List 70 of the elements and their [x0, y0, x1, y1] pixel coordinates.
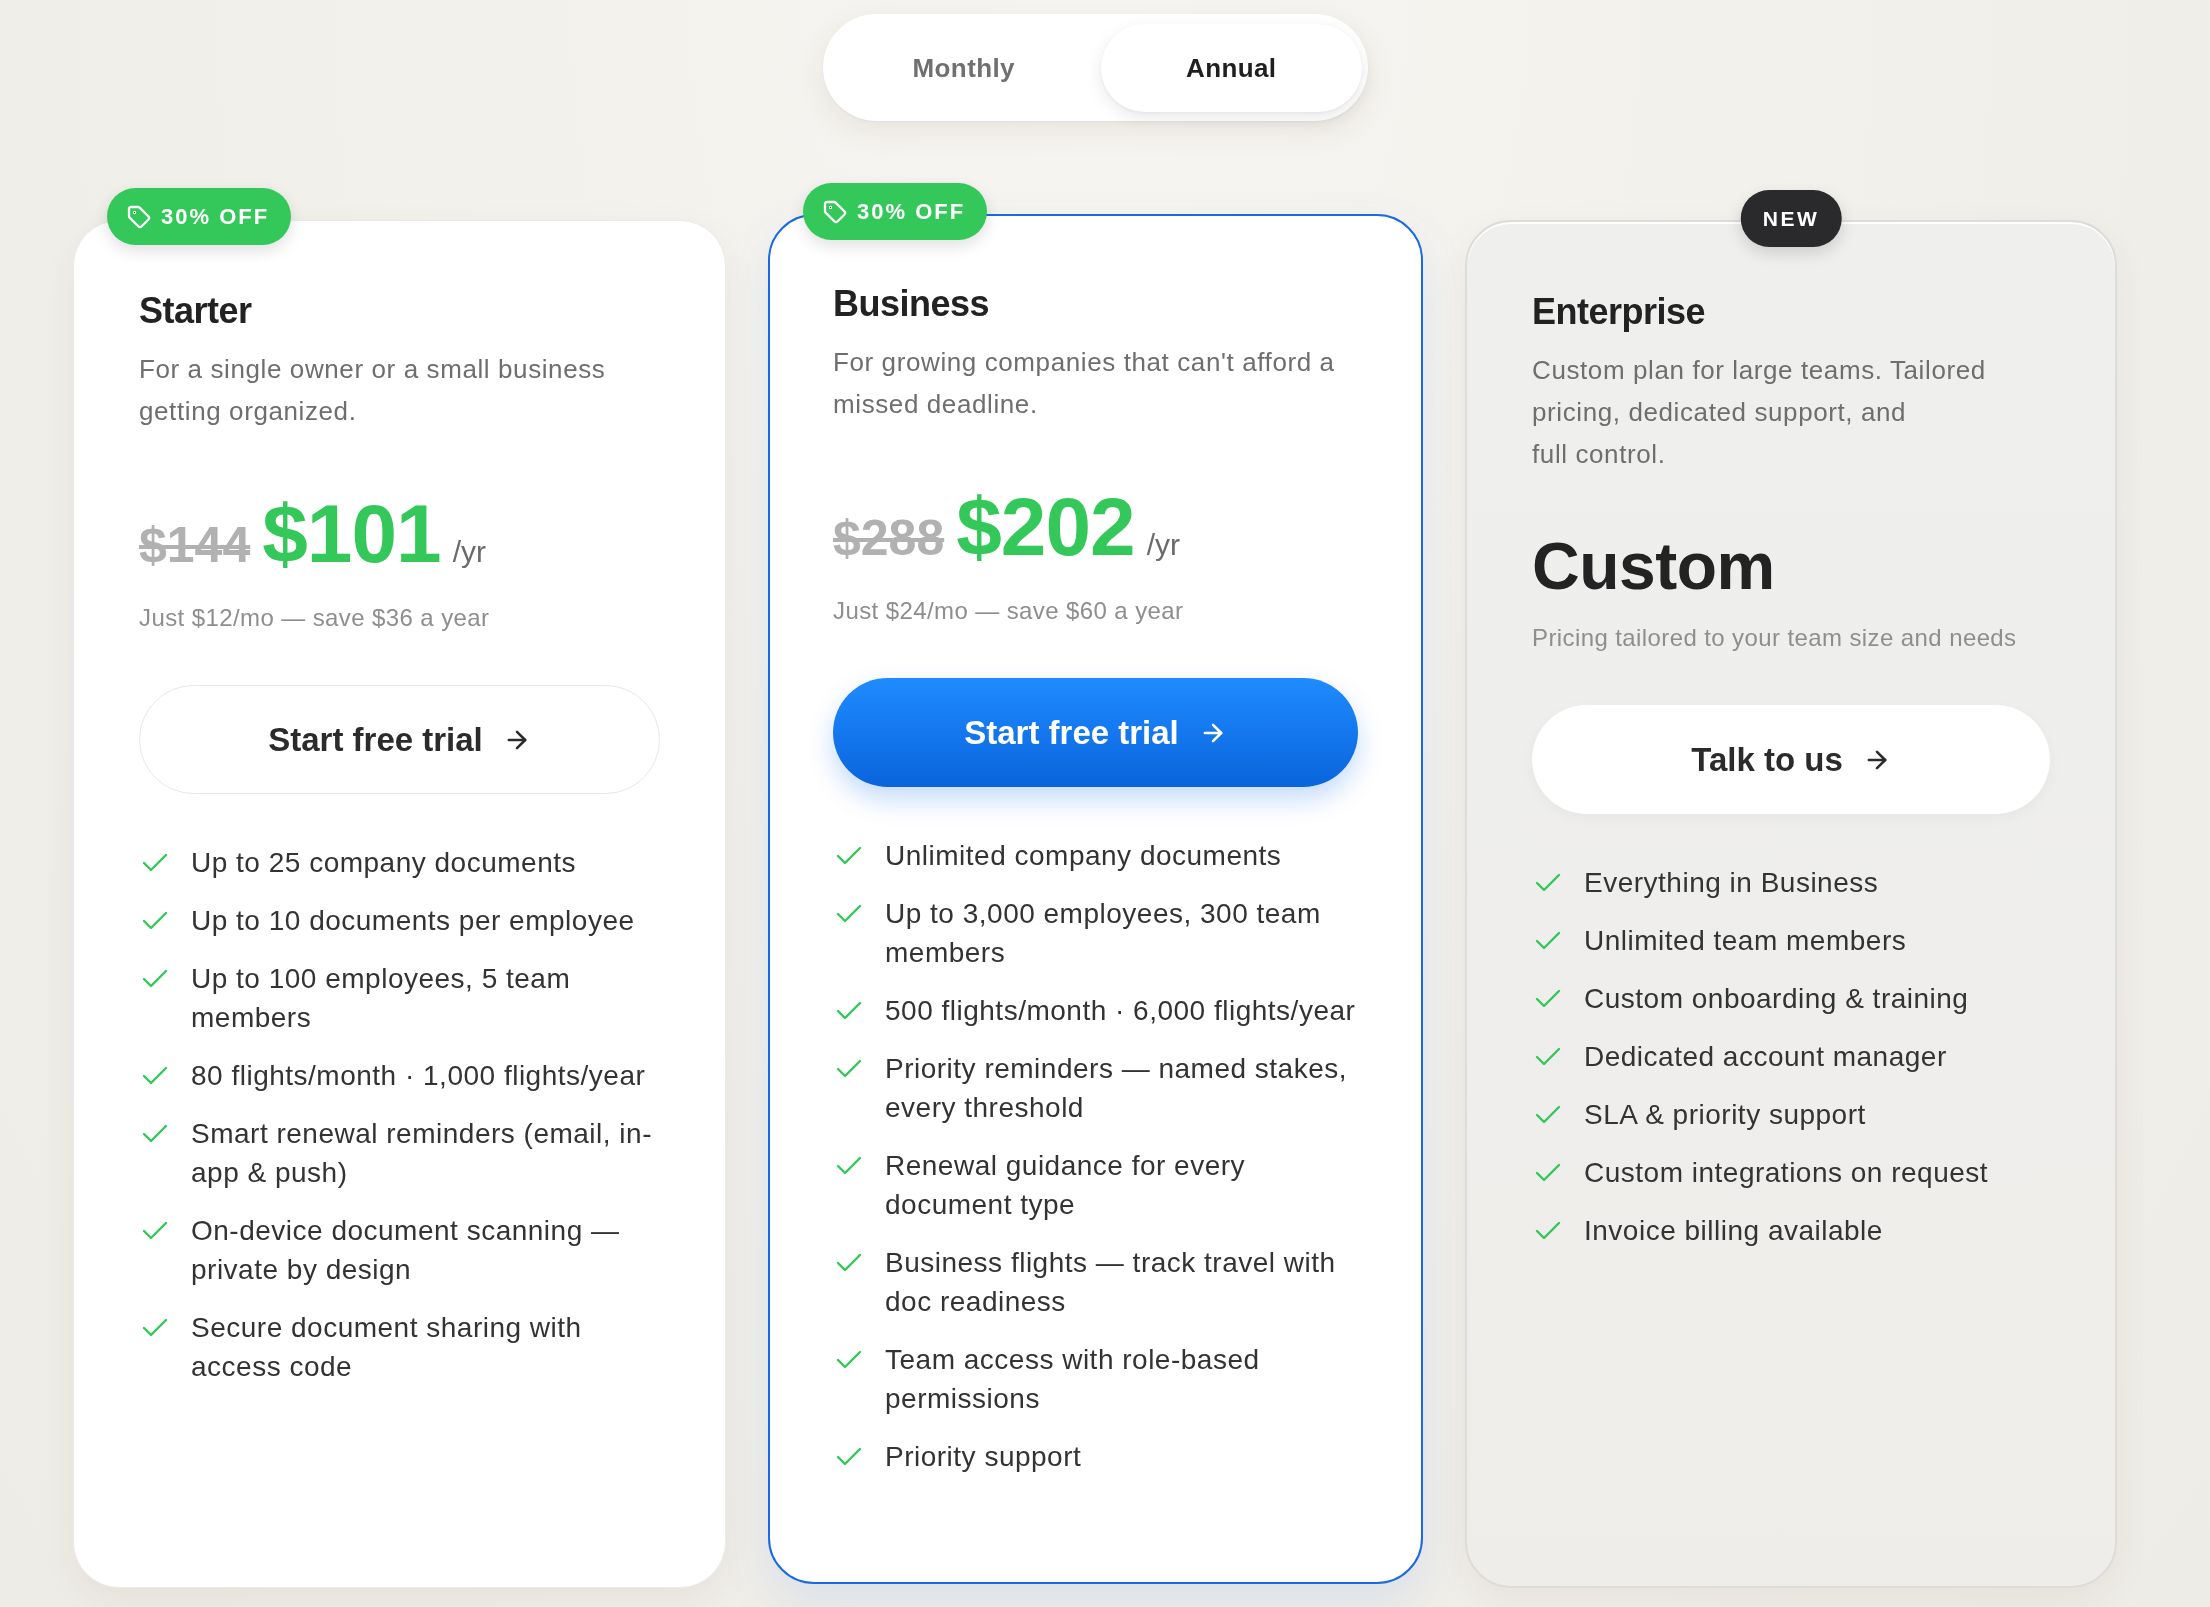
feature-text: Everything in Business — [1584, 866, 1879, 900]
tag-icon — [127, 204, 151, 229]
feature-text: Up to 10 documents per employee — [191, 904, 635, 938]
check-icon — [142, 1221, 168, 1240]
check-icon — [1535, 1163, 1561, 1182]
check-icon — [836, 1350, 862, 1369]
feature-text: Custom onboarding & training — [1584, 982, 1969, 1016]
check-icon — [836, 1447, 862, 1466]
tag-icon — [823, 199, 847, 224]
plan-description: For growing companies that can't afford a missed deadline. — [833, 346, 1336, 421]
feature-text: Team access with role-based permissions — [885, 1343, 1261, 1416]
price-note: Pricing tailored to your team size and needs — [1532, 623, 2018, 653]
plan-name: Starter — [139, 289, 253, 332]
feature-text: Invoice billing available — [1584, 1214, 1883, 1248]
cta-button[interactable]: Start free trial — [139, 685, 660, 794]
feature-text: Business flights — track travel with doc readiness — [885, 1246, 1337, 1319]
plan-price: Custom — [1532, 530, 1776, 603]
check-icon — [1535, 1221, 1561, 1240]
plan-price: $101 — [262, 493, 441, 575]
feature-text: Unlimited company documents — [885, 839, 1282, 873]
feature-text: Unlimited team members — [1584, 924, 1907, 958]
plan-price: $202 — [956, 486, 1135, 568]
price-note: Just $24/mo — save $60 a year — [833, 596, 1185, 626]
check-icon — [836, 846, 862, 865]
check-icon — [1535, 1105, 1561, 1124]
check-icon — [142, 911, 168, 930]
plan-name: Enterprise — [1532, 290, 1707, 333]
feature-text: Custom integrations on request — [1584, 1156, 1989, 1190]
feature-text: On-device document scanning — private by design — [191, 1214, 621, 1287]
price-period: /yr — [452, 537, 486, 567]
check-icon — [142, 969, 168, 988]
check-icon — [1535, 873, 1561, 892]
plan-description: Custom plan for large teams. Tailored pricing, dedicated support, and full control. — [1532, 354, 1987, 471]
price-period: /yr — [1146, 530, 1180, 560]
check-icon — [142, 853, 168, 872]
plan-name: Business — [833, 282, 991, 325]
feature-text: 500 flights/month · 6,000 flights/year — [885, 994, 1356, 1028]
discount-label: 30% OFF — [161, 203, 270, 230]
discount-label: 30% OFF — [857, 198, 966, 225]
billing-tab[interactable]: Annual — [1100, 24, 1362, 112]
check-icon — [836, 904, 862, 923]
feature-text: Smart renewal reminders (email, in-app & push) — [191, 1117, 653, 1190]
check-icon — [1535, 989, 1561, 1008]
feature-text: Up to 3,000 employees, 300 team members — [885, 897, 1322, 970]
cta-button[interactable]: Start free trial — [833, 678, 1358, 787]
feature-text: Renewal guidance for every document type — [885, 1149, 1247, 1222]
feature-text: Dedicated account manager — [1584, 1040, 1947, 1074]
feature-text: Priority reminders — named stakes, every threshold — [885, 1052, 1349, 1125]
check-icon — [142, 1318, 168, 1337]
check-icon — [1535, 1047, 1561, 1066]
plan-description: For a single owner or a small business getting organized. — [139, 353, 607, 428]
check-icon — [1535, 931, 1561, 950]
feature-text: SLA & priority support — [1584, 1098, 1866, 1132]
feature-text: Up to 25 company documents — [191, 846, 576, 880]
feature-text: 80 flights/month · 1,000 flights/year — [191, 1059, 646, 1093]
cta-button[interactable]: Talk to us — [1532, 705, 2050, 814]
billing-tab[interactable]: Monthly — [833, 24, 1095, 112]
new-badge: NEW — [1740, 190, 1842, 247]
check-icon — [142, 1066, 168, 1085]
check-icon — [142, 1124, 168, 1143]
price-note: Just $12/mo — save $36 a year — [139, 603, 491, 633]
check-icon — [836, 1253, 862, 1272]
old-price: $144 — [139, 520, 251, 570]
feature-text: Up to 100 employees, 5 team members — [191, 962, 572, 1035]
old-price: $288 — [833, 513, 945, 563]
check-icon — [836, 1001, 862, 1020]
feature-text: Priority support — [885, 1440, 1082, 1474]
feature-text: Secure document sharing with access code — [191, 1311, 583, 1384]
check-icon — [836, 1156, 862, 1175]
check-icon — [836, 1059, 862, 1078]
